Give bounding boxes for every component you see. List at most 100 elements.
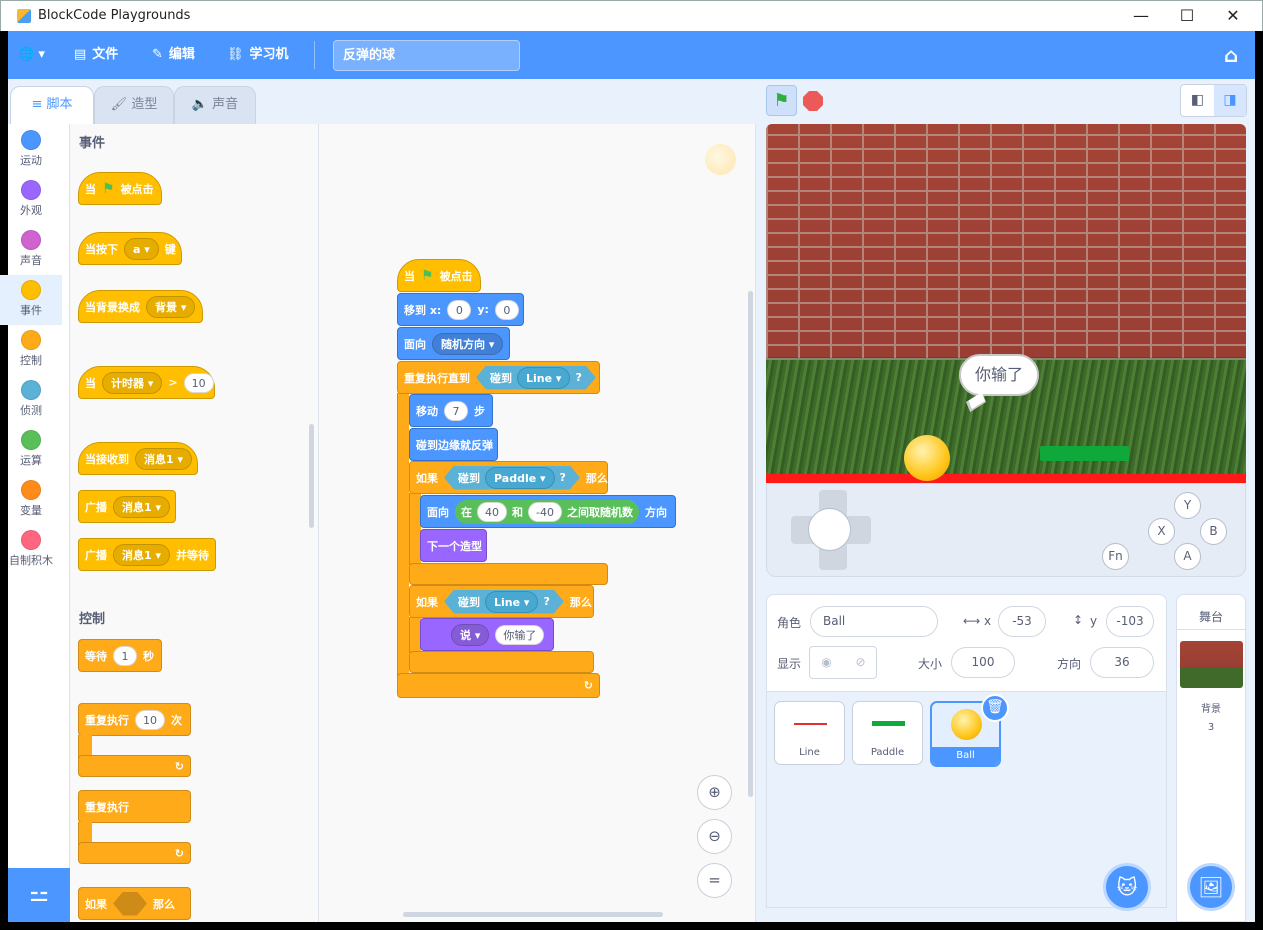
gamepad-x-button[interactable]: X	[1148, 518, 1175, 545]
random-to-input[interactable]: -40	[528, 501, 562, 522]
category-motion[interactable]: 运动	[0, 125, 62, 175]
zoom-in-button[interactable]: ⊕	[697, 775, 732, 810]
block-repeat[interactable]: 重复执行 10 次	[78, 703, 191, 736]
sprite-size-input[interactable]: 100	[951, 647, 1015, 678]
script-bounce-on-edge[interactable]: 碰到边缘就反弹	[409, 428, 498, 461]
green-flag-button[interactable]: ⚑	[766, 85, 797, 116]
sprite-tile-line[interactable]: Line	[774, 701, 845, 765]
backdrop-thumbnail[interactable]	[1180, 641, 1243, 688]
script-when-flag-clicked[interactable]: 当 ⚑ 被点击	[397, 259, 481, 292]
gamepad-b-button[interactable]: B	[1200, 518, 1227, 545]
category-looks[interactable]: 外观	[0, 175, 62, 225]
sprite-direction-input[interactable]: 36	[1090, 647, 1154, 678]
script-goto-xy[interactable]: 移到 x: 0 y: 0	[397, 293, 524, 326]
large-stage-button[interactable]: ◨	[1214, 85, 1246, 116]
category-variables[interactable]: 变量	[0, 475, 62, 525]
touching-object-dropdown[interactable]: Paddle ▾	[485, 467, 555, 489]
y-input[interactable]: 0	[494, 299, 519, 320]
zoom-out-button[interactable]: ⊖	[697, 819, 732, 854]
tab-costume[interactable]: 🖌 造型	[94, 86, 174, 124]
message-dropdown[interactable]: 消息1 ▾	[113, 495, 171, 518]
script-move-steps[interactable]: 移动 7 步	[409, 394, 493, 427]
block-when-receive[interactable]: 当接收到 消息1 ▾	[78, 442, 198, 475]
sprite-name-input[interactable]: Ball	[810, 606, 938, 637]
block-forever[interactable]: 重复执行	[78, 790, 191, 823]
say-dropdown[interactable]: 说 ▾	[451, 623, 490, 646]
language-menu[interactable]: 🌐 ▾	[18, 31, 45, 79]
block-wait[interactable]: 等待 1 秒	[78, 639, 162, 672]
category-sensing[interactable]: 侦测	[0, 375, 62, 425]
x-input[interactable]: 0	[447, 299, 472, 320]
script-say[interactable]: 说 ▾ 你输了	[420, 618, 554, 651]
delete-sprite-button[interactable]: 🗑	[981, 694, 1009, 722]
random-from-input[interactable]: 40	[477, 501, 507, 522]
small-stage-button[interactable]: ◧	[1181, 85, 1214, 116]
script-point-direction[interactable]: 面向 随机方向 ▾	[397, 327, 510, 360]
gamepad-y-button[interactable]: Y	[1174, 492, 1201, 519]
message-dropdown[interactable]: 消息1 ▾	[113, 543, 171, 566]
category-events[interactable]: 事件	[0, 275, 62, 325]
close-button[interactable]: ✕	[1210, 1, 1256, 32]
gamepad-a-button[interactable]: A	[1174, 543, 1201, 570]
touching-condition[interactable]: 碰到 Line ▾?	[476, 366, 596, 390]
block-when-timer-greater[interactable]: 当计时器 ▾ >10	[78, 366, 215, 399]
maximize-button[interactable]: ☐	[1164, 1, 1210, 32]
say-text-input[interactable]: 你输了	[495, 624, 545, 645]
condition-slot[interactable]	[113, 892, 147, 916]
touching-condition[interactable]: 碰到 Paddle ▾?	[444, 466, 580, 490]
direction-dropdown[interactable]: 随机方向 ▾	[432, 332, 504, 355]
category-my-blocks[interactable]: 自制积木	[0, 525, 62, 575]
repeat-count-input[interactable]: 10	[135, 709, 165, 730]
project-title-input[interactable]: 反弹的球	[333, 40, 520, 71]
touching-condition[interactable]: 碰到 Line ▾?	[444, 590, 564, 614]
random-operator[interactable]: 在 40 和 -40 之间取随机数	[455, 499, 639, 524]
tab-code[interactable]: ≡ 脚本	[10, 86, 94, 124]
show-button[interactable]: ◉	[810, 647, 843, 678]
category-control[interactable]: 控制	[0, 325, 62, 375]
script-if-touching-line[interactable]: 如果 碰到 Line ▾? 那么	[409, 585, 594, 618]
file-menu[interactable]: ▤ 文件	[74, 31, 118, 79]
block-when-key-pressed[interactable]: 当按下 a ▾ 键	[78, 232, 182, 265]
script-if-touching-paddle[interactable]: 如果 碰到 Paddle ▾? 那么	[409, 461, 608, 494]
wait-value-input[interactable]: 1	[113, 645, 137, 666]
add-sprite-button[interactable]: 🐱	[1103, 863, 1151, 911]
block-if-then[interactable]: 如果 那么	[78, 887, 191, 920]
script-next-costume[interactable]: 下一个造型	[420, 529, 487, 562]
timer-dropdown[interactable]: 计时器 ▾	[102, 371, 163, 394]
zoom-reset-button[interactable]: =	[697, 863, 732, 898]
message-dropdown[interactable]: 消息1 ▾	[135, 447, 193, 470]
joystick-knob[interactable]	[808, 508, 851, 551]
workspace-vertical-scrollbar[interactable]	[748, 291, 753, 797]
minimize-button[interactable]: —	[1118, 1, 1164, 32]
key-dropdown[interactable]: a ▾	[124, 237, 159, 260]
block-when-backdrop-switches[interactable]: 当背景换成 背景 ▾	[78, 290, 203, 323]
hide-button[interactable]: ⊘	[844, 647, 877, 678]
home-icon[interactable]: ⌂	[1224, 31, 1238, 79]
touching-object-dropdown[interactable]: Line ▾	[485, 591, 538, 613]
workspace-horizontal-scrollbar[interactable]	[403, 912, 663, 917]
sprite-tile-paddle[interactable]: Paddle	[852, 701, 923, 765]
block-broadcast[interactable]: 广播 消息1 ▾	[78, 490, 176, 523]
block-broadcast-and-wait[interactable]: 广播 消息1 ▾ 并等待	[78, 538, 216, 571]
stop-button[interactable]	[803, 91, 823, 111]
gamepad-fn-button[interactable]: Fn	[1102, 543, 1129, 570]
timer-value-input[interactable]: 10	[183, 372, 214, 393]
steps-input[interactable]: 7	[444, 400, 468, 421]
stage-canvas[interactable]: 你输了	[766, 124, 1246, 483]
category-operators[interactable]: 运算	[0, 425, 62, 475]
sprite-y-input[interactable]: -103	[1106, 606, 1154, 637]
sprite-x-input[interactable]: -53	[998, 606, 1046, 637]
paddle-sprite[interactable]	[1040, 446, 1129, 461]
touching-object-dropdown[interactable]: Line ▾	[517, 367, 570, 389]
edit-menu[interactable]: ✎ 编辑	[152, 31, 195, 79]
add-backdrop-button[interactable]: 🖼	[1187, 863, 1235, 911]
palette-scrollbar[interactable]	[309, 424, 314, 528]
block-when-flag-clicked[interactable]: 当 ⚑ 被点击	[78, 172, 162, 205]
backdrop-dropdown[interactable]: 背景 ▾	[146, 295, 196, 318]
learn-menu[interactable]: ⛓ 学习机	[227, 31, 289, 79]
script-point-random[interactable]: 面向在 40 和 -40 之间取随机数 方向	[420, 495, 676, 528]
line-sprite[interactable]	[766, 474, 1246, 483]
category-sound[interactable]: 声音	[0, 225, 62, 275]
script-repeat-until[interactable]: 重复执行直到 碰到 Line ▾?	[397, 361, 600, 394]
extension-button[interactable]: ⚍	[8, 868, 70, 922]
